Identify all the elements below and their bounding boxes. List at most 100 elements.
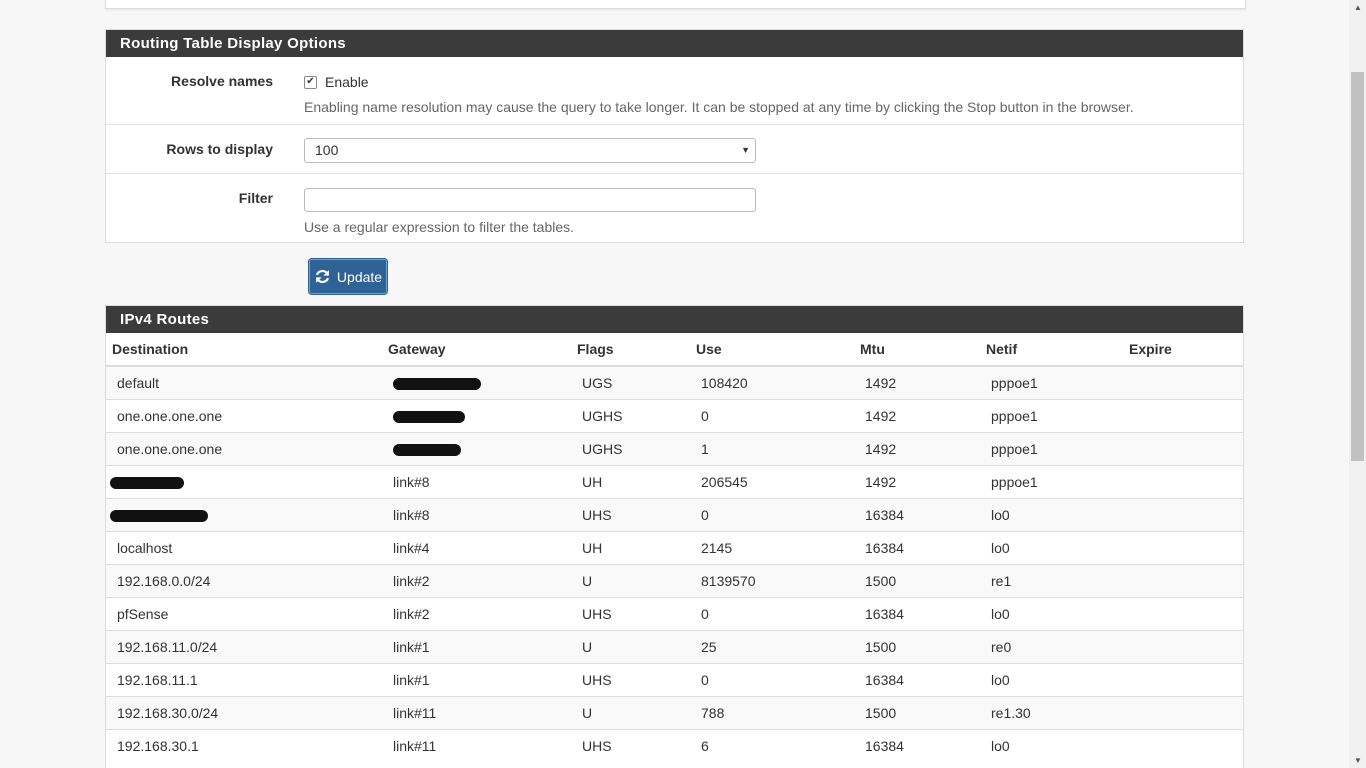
col-destination[interactable]: Destination	[106, 333, 382, 367]
cell-mtu: 16384	[854, 497, 980, 531]
cell-use: 8139570	[690, 563, 854, 597]
cell-netif: pppoe1	[980, 464, 1123, 498]
table-row: one.one.one.one UGHS 1 1492 pppoe1	[106, 431, 1243, 465]
redaction-scribble	[110, 509, 208, 522]
table-row: 192.168.11.0/24 link#1 U 25 1500 re0	[106, 629, 1243, 663]
table-row: 192.168.0.0/24 link#2 U 8139570 1500 re1	[106, 563, 1243, 597]
resolve-names-row: Resolve names ✔ Enable Enabling name res…	[106, 57, 1243, 125]
rows-to-display-label: Rows to display	[166, 141, 273, 157]
cell-netif: pppoe1	[980, 365, 1123, 399]
cell-use: 206545	[690, 464, 854, 498]
cell-destination: 192.168.0.0/24	[106, 563, 382, 597]
cell-destination: one.one.one.one	[106, 398, 382, 432]
update-button-label: Update	[336, 268, 383, 285]
redaction-scribble	[110, 476, 184, 489]
resolve-names-toggle[interactable]: ✔ Enable	[304, 74, 369, 90]
cell-destination: localhost	[106, 530, 382, 564]
enable-label[interactable]: Enable	[325, 74, 369, 90]
col-gateway[interactable]: Gateway	[382, 333, 571, 367]
cell-netif: re1.30	[980, 695, 1123, 729]
update-button[interactable]: Update	[309, 259, 387, 294]
scroll-down-icon[interactable]: ▼	[1354, 756, 1362, 765]
table-row: link#8 UH 206545 1492 pppoe1	[106, 464, 1243, 498]
cell-mtu: 1500	[854, 629, 980, 663]
cell-expire	[1123, 662, 1243, 696]
cell-expire	[1123, 629, 1243, 663]
cell-flags: UHS	[571, 497, 690, 531]
cell-flags: UHS	[571, 662, 690, 696]
cell-destination	[106, 464, 382, 498]
cell-expire	[1123, 596, 1243, 630]
cell-expire	[1123, 365, 1243, 399]
ipv4-routes-title: IPv4 Routes	[106, 306, 1243, 333]
cell-netif: lo0	[980, 497, 1123, 531]
cell-gateway: link#8	[382, 464, 571, 498]
cell-mtu: 16384	[854, 728, 980, 762]
cell-mtu: 16384	[854, 662, 980, 696]
cell-netif: lo0	[980, 728, 1123, 762]
cell-destination: default	[106, 365, 382, 399]
col-flags[interactable]: Flags	[571, 333, 690, 367]
cell-mtu: 1492	[854, 431, 980, 465]
table-row: 192.168.30.1 link#11 UHS 6 16384 lo0	[106, 728, 1243, 762]
ipv4-routes-panel: IPv4 Routes Destination Gateway Flags Us…	[105, 305, 1244, 768]
cell-destination: 192.168.11.1	[106, 662, 382, 696]
col-mtu[interactable]: Mtu	[854, 333, 980, 367]
cell-flags: UGS	[571, 365, 690, 399]
cell-gateway: link#8	[382, 497, 571, 531]
cell-gateway: link#1	[382, 662, 571, 696]
scroll-up-icon[interactable]: ▲	[1354, 3, 1362, 12]
cell-use: 0	[690, 596, 854, 630]
cell-expire	[1123, 530, 1243, 564]
cell-gateway	[382, 431, 571, 465]
filter-row: Filter Use a regular expression to filte…	[106, 174, 1243, 243]
cell-use: 0	[690, 497, 854, 531]
cell-expire	[1123, 728, 1243, 762]
rows-to-display-select[interactable]: 100 ▼	[304, 138, 756, 163]
display-options-title: Routing Table Display Options	[106, 30, 1243, 57]
refresh-icon	[315, 269, 329, 284]
cell-gateway	[382, 365, 571, 399]
page-scrollbar[interactable]: ▲ ▼	[1349, 0, 1366, 768]
scrollbar-thumb[interactable]	[1351, 72, 1364, 461]
cell-gateway	[382, 398, 571, 432]
cell-flags: UHS	[571, 596, 690, 630]
resolve-names-help: Enabling name resolution may cause the q…	[304, 99, 1134, 115]
cell-mtu: 1492	[854, 464, 980, 498]
display-options-panel: Routing Table Display Options Resolve na…	[105, 29, 1244, 243]
filter-input[interactable]	[304, 188, 756, 212]
cell-use: 1	[690, 431, 854, 465]
cell-flags: U	[571, 695, 690, 729]
redaction-scribble	[393, 443, 461, 456]
col-expire[interactable]: Expire	[1123, 333, 1243, 367]
cell-use: 2145	[690, 530, 854, 564]
col-use[interactable]: Use	[690, 333, 854, 367]
cell-mtu: 1500	[854, 695, 980, 729]
table-row: one.one.one.one UGHS 0 1492 pppoe1	[106, 398, 1243, 432]
table-row: 192.168.30.0/24 link#11 U 788 1500 re1.30	[106, 695, 1243, 729]
cell-netif: re0	[980, 629, 1123, 663]
cell-destination	[106, 497, 382, 531]
cell-flags: UGHS	[571, 398, 690, 432]
cell-destination: 192.168.30.0/24	[106, 695, 382, 729]
cell-destination: 192.168.11.0/24	[106, 629, 382, 663]
resolve-names-checkbox[interactable]: ✔	[304, 75, 317, 89]
cell-use: 108420	[690, 365, 854, 399]
col-netif[interactable]: Netif	[980, 333, 1123, 367]
cell-flags: UH	[571, 530, 690, 564]
redaction-scribble	[393, 378, 481, 391]
table-row: pfSense link#2 UHS 0 16384 lo0	[106, 596, 1243, 630]
cell-netif: lo0	[980, 596, 1123, 630]
routes-header-row: Destination Gateway Flags Use Mtu Netif …	[106, 333, 1243, 367]
cell-netif: re1	[980, 563, 1123, 597]
cell-destination: 192.168.30.1	[106, 728, 382, 762]
cell-mtu: 1492	[854, 398, 980, 432]
table-row: 192.168.11.1 link#1 UHS 0 16384 lo0	[106, 662, 1243, 696]
cell-flags: UHS	[571, 728, 690, 762]
cell-expire	[1123, 563, 1243, 597]
cell-gateway: link#2	[382, 596, 571, 630]
cell-expire	[1123, 695, 1243, 729]
previous-panel-edge	[105, 0, 1246, 9]
cell-gateway: link#2	[382, 563, 571, 597]
cell-mtu: 16384	[854, 596, 980, 630]
